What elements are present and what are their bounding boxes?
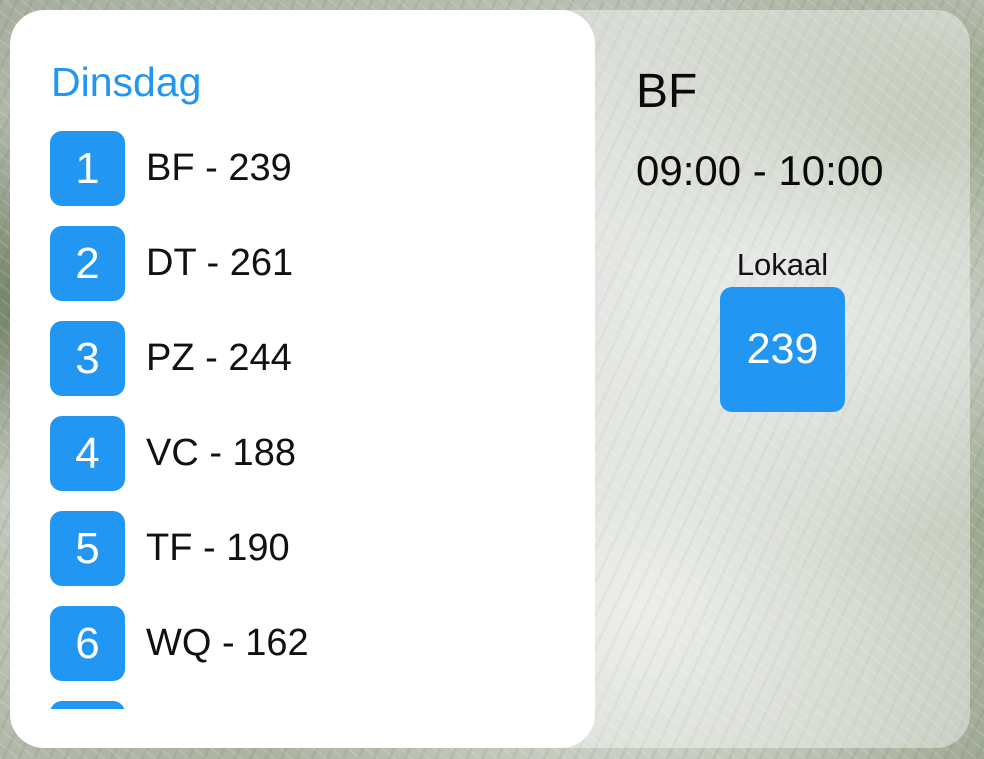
lesson-number-badge: 5 [50, 511, 125, 586]
lesson-time: 09:00 - 10:00 [636, 147, 884, 194]
lesson-label: DT - 261 [146, 242, 294, 284]
lesson-label: TF - 190 [146, 527, 290, 569]
lesson-item-5[interactable]: 5 TF - 190 [50, 511, 570, 606]
lesson-list[interactable]: 1 BF - 239 2 DT - 261 3 PZ - 244 4 VC - … [50, 131, 570, 709]
schedule-card: Dinsdag 1 BF - 239 2 DT - 261 3 PZ - 244… [10, 10, 970, 748]
lesson-label: VC - 188 [146, 432, 296, 474]
lesson-label: BF - 239 [146, 147, 292, 189]
lesson-item-7[interactable] [50, 701, 570, 709]
lesson-label: WQ - 162 [146, 622, 309, 664]
lesson-panel: Dinsdag 1 BF - 239 2 DT - 261 3 PZ - 244… [10, 10, 595, 748]
day-title: Dinsdag [51, 59, 202, 105]
lesson-item-1[interactable]: 1 BF - 239 [50, 131, 570, 226]
lesson-item-4[interactable]: 4 VC - 188 [50, 416, 570, 511]
lesson-item-6[interactable]: 6 WQ - 162 [50, 606, 570, 701]
lesson-label: PZ - 244 [146, 337, 292, 379]
lesson-number-badge: 2 [50, 226, 125, 301]
lesson-number-badge: 4 [50, 416, 125, 491]
lesson-item-3[interactable]: 3 PZ - 244 [50, 321, 570, 416]
lesson-number-badge: 3 [50, 321, 125, 396]
subject-title: BF [636, 65, 698, 118]
lesson-detail-panel: BF 09:00 - 10:00 Lokaal 239 [595, 10, 970, 748]
lesson-item-2[interactable]: 2 DT - 261 [50, 226, 570, 321]
room-number-badge: 239 [720, 287, 845, 412]
lesson-number-badge: 1 [50, 131, 125, 206]
lesson-number-badge: 6 [50, 606, 125, 681]
lesson-number-badge [50, 701, 125, 709]
room-label: Lokaal [736, 247, 829, 282]
